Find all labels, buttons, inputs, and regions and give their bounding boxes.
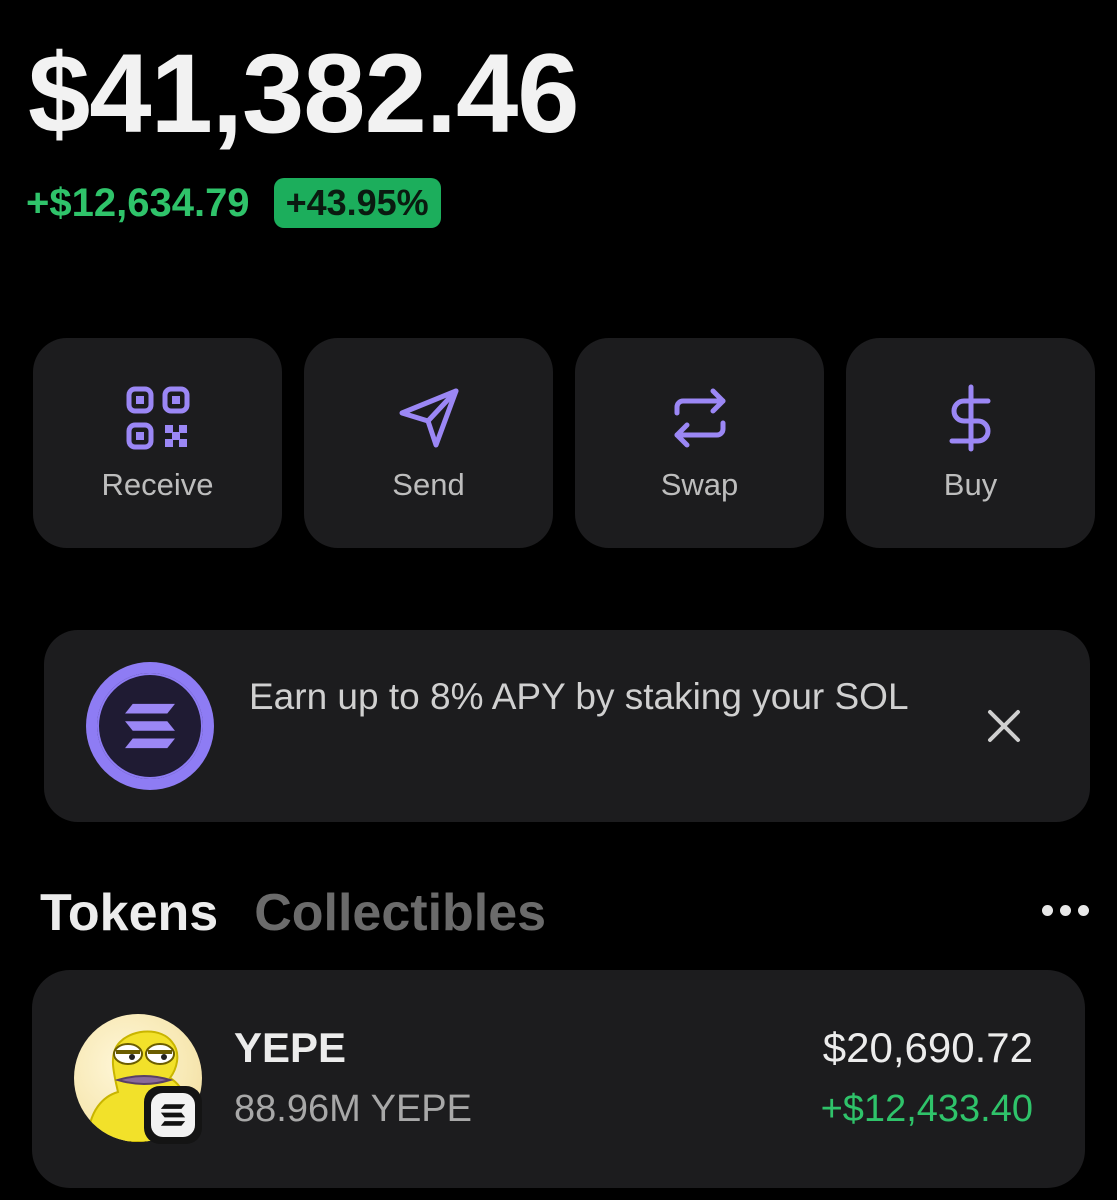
asset-tabs: Tokens Collectibles	[40, 883, 546, 943]
qr-code-icon	[126, 386, 189, 450]
more-horizontal-icon[interactable]	[1042, 905, 1089, 916]
receive-button[interactable]: Receive	[33, 338, 282, 548]
total-balance: $41,382.46	[28, 31, 580, 156]
tab-tokens[interactable]: Tokens	[40, 883, 218, 943]
token-row[interactable]: YEPE 88.96M YEPE $20,690.72 +$12,433.40	[32, 970, 1085, 1188]
tab-collectibles[interactable]: Collectibles	[254, 883, 546, 943]
balance-change-amount: +$12,634.79	[26, 180, 250, 225]
staking-promo-banner[interactable]: Earn up to 8% APY by staking your SOL	[44, 630, 1090, 822]
buy-button[interactable]: Buy	[846, 338, 1095, 548]
solana-badge-icon	[144, 1086, 202, 1144]
swap-button[interactable]: Swap	[575, 338, 824, 548]
balance-change-percent-badge: +43.95%	[273, 178, 441, 228]
token-quantity: 88.96M YEPE	[234, 1088, 473, 1130]
swap-label: Swap	[660, 467, 739, 502]
quick-actions: Receive Send Swap Buy	[33, 338, 1095, 548]
balance-change-row: +$12,634.79 +43.95%	[26, 178, 441, 228]
token-name: YEPE	[234, 1024, 347, 1071]
receive-label: Receive	[101, 467, 214, 502]
send-button[interactable]: Send	[304, 338, 553, 548]
token-value: $20,690.72	[822, 1024, 1033, 1071]
solana-logo-icon	[86, 662, 214, 790]
send-label: Send	[392, 467, 465, 502]
buy-label: Buy	[943, 467, 998, 502]
token-change: +$12,433.40	[820, 1088, 1033, 1130]
promo-text: Earn up to 8% APY by staking your SOL	[249, 676, 909, 717]
dollar-icon	[949, 384, 990, 452]
close-icon[interactable]	[984, 706, 1024, 746]
swap-icon	[674, 388, 725, 448]
send-icon	[399, 388, 458, 448]
